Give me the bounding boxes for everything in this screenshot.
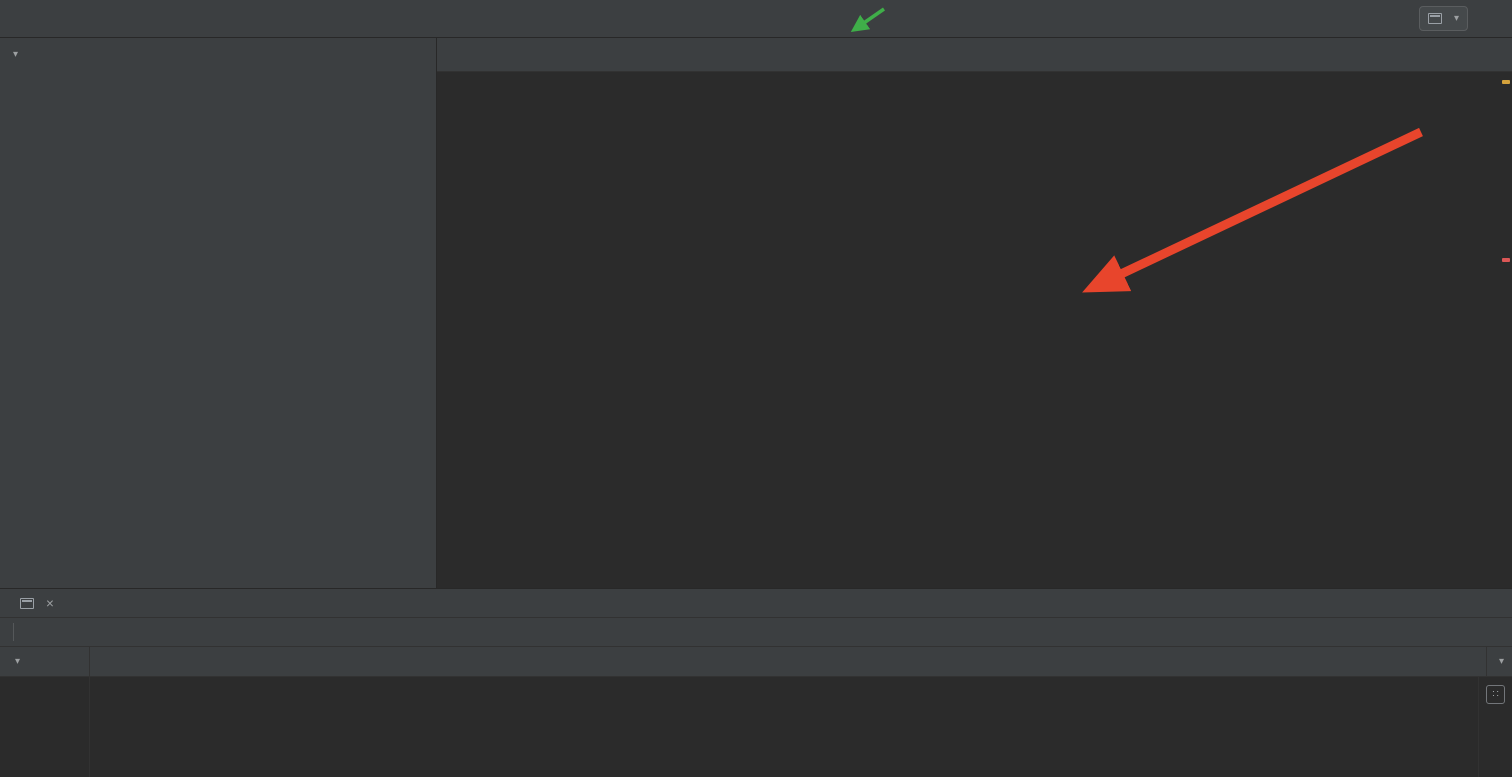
chevron-down-icon: ▾ bbox=[15, 656, 21, 667]
evaluate-icon[interactable]: ∷ bbox=[1486, 685, 1505, 704]
project-panel-header: ▾ bbox=[0, 38, 436, 70]
project-panel: ▾ bbox=[0, 38, 437, 588]
editor-tab-bar bbox=[437, 38, 1512, 72]
debug-body: ∷ bbox=[0, 677, 1512, 777]
frames-toolbar bbox=[0, 677, 89, 703]
debug-header: × bbox=[0, 589, 1512, 617]
debug-toolbar bbox=[0, 617, 1512, 647]
debug-session-tab[interactable]: × bbox=[14, 596, 60, 611]
debug-right-rail: ∷ bbox=[1478, 677, 1512, 777]
titlebar: ▾ bbox=[0, 0, 1512, 38]
main-area: ▾ bbox=[0, 38, 1512, 588]
code-editor[interactable] bbox=[437, 72, 1512, 588]
stripe-breakpoint-mark[interactable] bbox=[1502, 258, 1510, 262]
run-config-icon bbox=[1427, 13, 1442, 24]
application-icon bbox=[20, 597, 34, 609]
error-stripe[interactable] bbox=[1500, 72, 1512, 588]
separator bbox=[13, 623, 14, 641]
chevron-down-icon: ▾ bbox=[1453, 13, 1459, 24]
memory-tab[interactable]: ▾ bbox=[1485, 647, 1512, 676]
project-tree bbox=[0, 70, 436, 588]
frames-panel bbox=[0, 677, 90, 777]
debug-subheader: ▾ ▾ bbox=[0, 647, 1512, 677]
run-configuration-select[interactable]: ▾ bbox=[1418, 6, 1468, 31]
chevron-down-icon: ▾ bbox=[1498, 656, 1504, 667]
stripe-warning-mark[interactable] bbox=[1502, 80, 1510, 84]
chevron-down-icon[interactable]: ▾ bbox=[13, 49, 18, 60]
variables-panel bbox=[90, 677, 1478, 777]
editor-area bbox=[437, 38, 1512, 588]
frames-tab[interactable]: ▾ bbox=[0, 647, 90, 676]
debug-tool-window: × ▾ ▾ ∷ bbox=[0, 588, 1512, 777]
ide-window: ▾ ▾ × ▾ ▾ ∷ bbox=[0, 0, 1512, 777]
close-tab-icon[interactable]: × bbox=[46, 596, 54, 611]
